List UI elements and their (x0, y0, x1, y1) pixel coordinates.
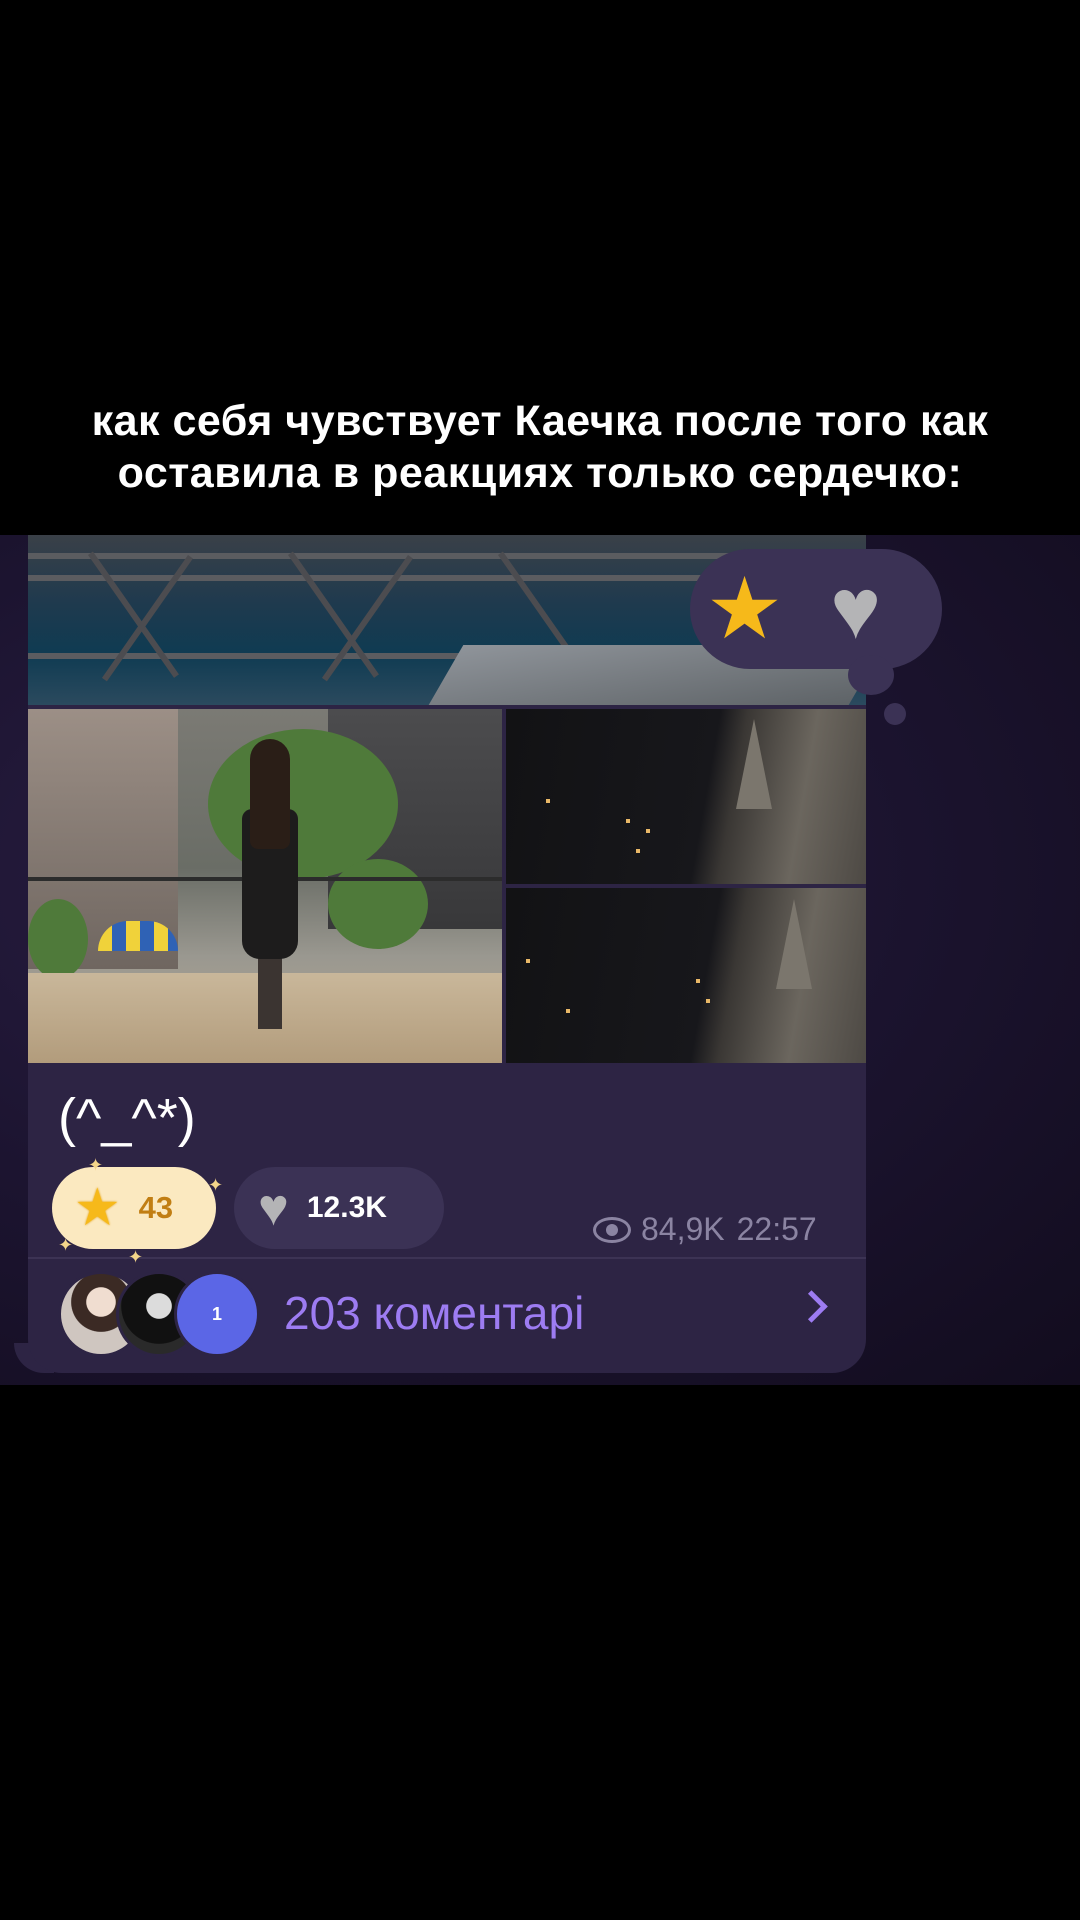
caption-line-2: оставила в реакциях только сердечко: (117, 449, 963, 497)
church-spire (776, 899, 812, 989)
sparkle-icon: ✦ (88, 1155, 104, 1175)
star-icon: ★ (74, 1179, 121, 1237)
bridge-beam (101, 555, 193, 682)
tree (208, 729, 398, 879)
photo-night-church[interactable] (506, 709, 866, 1063)
commenter-avatars[interactable]: 1 (58, 1271, 260, 1357)
reaction-star-chip[interactable]: ★ 43 (52, 1167, 216, 1249)
chevron-right-icon[interactable] (795, 1290, 828, 1323)
lit-window (706, 999, 710, 1003)
reaction-picker: ★ ♥ (690, 549, 942, 669)
lit-window (546, 799, 550, 803)
reaction-star-count: 43 (138, 1190, 174, 1225)
comments-link[interactable]: 203 коментарі (284, 1281, 584, 1345)
photo-separator (28, 705, 866, 709)
post-text: (^_^*) (58, 1088, 196, 1148)
video-caption: как себя чувствует Каечка после того как… (0, 395, 1080, 499)
picker-tail-dot (884, 703, 906, 725)
sparkle-icon: ✦ (58, 1235, 74, 1255)
girl-legs (258, 954, 282, 1029)
tree (28, 899, 88, 979)
sparkle-icon: ✦ (128, 1247, 144, 1267)
photo-separator (502, 709, 506, 1063)
lit-window (626, 819, 630, 823)
lit-window (566, 1009, 570, 1013)
reaction-heart-count: 12.3K (306, 1191, 387, 1224)
church-spire (736, 719, 772, 809)
lit-window (636, 849, 640, 853)
avatar-count-badge: 1 (174, 1271, 260, 1357)
girl-hair (250, 739, 290, 849)
view-count: 84,9K (641, 1211, 725, 1247)
eye-icon (593, 1216, 631, 1243)
lit-window (696, 979, 700, 983)
gray-heart-icon: ♥ (258, 1179, 289, 1237)
sparkle-icon: ✦ (208, 1175, 224, 1195)
post-time: 22:57 (736, 1211, 817, 1247)
post-meta: 84,9K 22:57 (593, 1211, 817, 1248)
girl-figure (238, 739, 298, 1029)
night-scene-top (506, 709, 866, 884)
photo-separator (506, 884, 866, 888)
telegram-post-screenshot: (^_^*) ★ 43 ♥ 12.3K 84,9K 22:57 1 203 ко… (0, 535, 1080, 1385)
tree (328, 859, 428, 949)
photo-girl-city[interactable] (28, 709, 502, 1063)
gray-heart-icon[interactable]: ♥ (830, 561, 881, 657)
caption-line-1: как себя чувствует Каечка после того как (91, 397, 989, 445)
lit-window (526, 959, 530, 963)
star-icon[interactable]: ★ (706, 561, 783, 657)
comments-divider (28, 1257, 866, 1259)
night-scene-bottom (506, 888, 866, 1063)
lit-window (646, 829, 650, 833)
reaction-heart-chip[interactable]: ♥ 12.3K (234, 1167, 444, 1249)
picker-tail-dot (848, 655, 894, 695)
